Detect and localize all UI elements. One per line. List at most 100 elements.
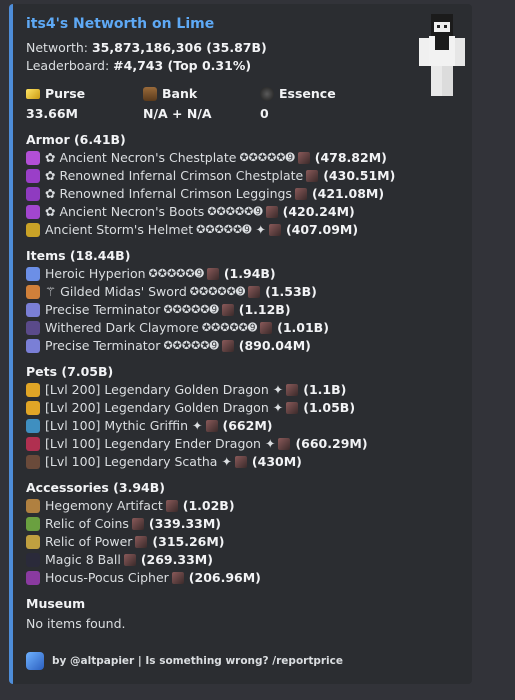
networth-value: 35,873,186,306 (35.87B) xyxy=(91,40,267,55)
item-price: (315.26M) xyxy=(152,534,225,549)
item-price: (430M) xyxy=(251,454,302,469)
item-name: [Lvl 200] Legendary Golden Dragon xyxy=(45,400,269,415)
item-price: (1.53B) xyxy=(265,284,317,299)
item-extra: ✦ xyxy=(264,436,276,451)
item-stars: ✪✪✪✪✪➒ xyxy=(201,321,258,334)
item-name: ✿ Ancient Necron's Chestplate xyxy=(45,150,237,165)
item-icon xyxy=(26,401,40,415)
list-item: Precise Terminator ✪✪✪✪✪➒ (890.04M) xyxy=(26,337,462,355)
item-name: ✿ Renowned Infernal Crimson Chestplate xyxy=(45,168,304,183)
list-item: [Lvl 200] Legendary Golden Dragon ✦ (1.1B) xyxy=(26,381,462,399)
item-stars: ✪✪✪✪✪➒ xyxy=(239,151,295,164)
item-price: (1.1B) xyxy=(303,382,347,397)
item-icon xyxy=(26,151,40,165)
coin-emoji-icon xyxy=(135,536,148,548)
item-icon xyxy=(26,455,40,469)
item-icon xyxy=(26,535,40,549)
section-items: Items (18.44B) Heroic Hyperion ✪✪✪✪✪➒ (1.94… xyxy=(26,247,462,355)
section-title: Items (18.44B) xyxy=(26,248,131,263)
item-price: (420.24M) xyxy=(282,204,355,219)
essence-icon xyxy=(260,87,274,101)
stats-row: Purse 33.66M Bank N/A + N/A Essence 0 xyxy=(26,85,462,123)
item-name: ✿ Ancient Necron's Boots xyxy=(45,204,205,219)
networth-line: Networth: 35,873,186,306 (35.87B) xyxy=(26,39,462,57)
bot-avatar-icon xyxy=(26,652,44,670)
list-item: [Lvl 100] Mythic Griffin ✦ (662M) xyxy=(26,417,462,435)
coin-emoji-icon xyxy=(286,384,299,396)
item-name: Withered Dark Claymore xyxy=(45,320,199,335)
item-extra: ✦ xyxy=(192,418,203,433)
item-name: [Lvl 200] Legendary Golden Dragon xyxy=(45,382,269,397)
item-name: Relic of Power xyxy=(45,534,133,549)
section-title: Accessories (3.94B) xyxy=(26,480,165,495)
item-stars: ✪✪✪✪✪➒ xyxy=(148,267,204,280)
item-price: (1.94B) xyxy=(223,266,276,281)
section-pets: Pets (7.05B) [Lvl 200] Legendary Golden D… xyxy=(26,363,462,471)
section-title: Pets (7.05B) xyxy=(26,364,114,379)
coin-emoji-icon xyxy=(221,304,234,316)
embed-title[interactable]: its4's Networth on Lime xyxy=(26,15,462,33)
leaderboard-label: Leaderboard: xyxy=(26,58,110,73)
item-icon xyxy=(26,303,40,317)
stat-purse: Purse 33.66M xyxy=(26,85,143,123)
item-price: (407.09M) xyxy=(285,222,359,237)
stat-value: N/A + N/A xyxy=(143,106,212,121)
item-extra: ✦ xyxy=(272,382,284,397)
list-item: Relic of Coins (339.33M) xyxy=(26,515,462,533)
item-price: (660.29M) xyxy=(295,436,368,451)
section-museum: Museum No items found. xyxy=(26,595,462,633)
sections-container: Armor (6.41B) ✿ Ancient Necron's Chestpla… xyxy=(26,131,462,633)
list-item: ✿ Ancient Necron's Boots ✪✪✪✪✪➒ (420.24M) xyxy=(26,203,462,221)
leaderboard-line: Leaderboard: #4,743 (Top 0.31%) xyxy=(26,57,462,75)
item-icon xyxy=(26,267,40,281)
coin-emoji-icon xyxy=(306,170,319,182)
item-name: [Lvl 100] Legendary Ender Dragon xyxy=(45,436,261,451)
item-stars: ✪✪✪✪✪➒ xyxy=(163,339,219,352)
stat-bank: Bank N/A + N/A xyxy=(143,85,260,123)
item-price: (206.96M) xyxy=(188,570,261,585)
item-price: (421.08M) xyxy=(311,186,385,201)
coin-emoji-icon xyxy=(297,152,310,164)
stat-essence: Essence 0 xyxy=(260,85,377,123)
item-name: ⚚ Gilded Midas' Sword xyxy=(45,284,187,299)
item-name: [Lvl 100] Mythic Griffin xyxy=(45,418,189,433)
item-stars: ✪✪✪✪✪➒ xyxy=(189,285,246,298)
item-price: (478.82M) xyxy=(314,150,387,165)
coin-emoji-icon xyxy=(260,322,273,334)
item-extra: ✦ xyxy=(255,222,266,237)
section-accessories: Accessories (3.94B) Hegemony Artifact (1.0… xyxy=(26,479,462,587)
embed-footer: by @altpapier | Is something wrong? /rep… xyxy=(26,652,343,670)
item-icon xyxy=(26,223,40,237)
item-extra: ✦ xyxy=(221,454,232,469)
item-name: Ancient Storm's Helmet xyxy=(45,222,194,237)
item-icon xyxy=(26,499,40,513)
stat-label: Essence xyxy=(279,86,336,101)
section-text: No items found. xyxy=(26,616,126,631)
item-icon xyxy=(26,205,40,219)
item-stars: ✪✪✪✪✪➒ xyxy=(207,205,263,218)
item-price: (662M) xyxy=(222,418,273,433)
list-item: [Lvl 100] Legendary Ender Dragon ✦ (660.29… xyxy=(26,435,462,453)
coin-emoji-icon xyxy=(171,572,184,584)
item-icon xyxy=(26,571,40,585)
item-icon xyxy=(26,285,40,299)
item-name: Magic 8 Ball xyxy=(45,552,121,567)
item-name: Precise Terminator xyxy=(45,302,161,317)
coin-emoji-icon xyxy=(123,554,136,566)
coin-emoji-icon xyxy=(131,518,144,530)
item-icon xyxy=(26,437,40,451)
coin-emoji-icon xyxy=(268,224,281,236)
list-item: Hegemony Artifact (1.02B) xyxy=(26,497,462,515)
item-icon xyxy=(26,419,40,433)
item-icon xyxy=(26,321,40,335)
stat-value: 33.66M xyxy=(26,106,78,121)
coin-emoji-icon xyxy=(165,500,178,512)
list-item: ✿ Renowned Infernal Crimson Leggings (421… xyxy=(26,185,462,203)
item-name: Heroic Hyperion xyxy=(45,266,146,281)
item-icon xyxy=(26,383,40,397)
item-price: (339.33M) xyxy=(148,516,222,531)
list-item: [Lvl 100] Legendary Scatha ✦ (430M) xyxy=(26,453,462,471)
list-item: Ancient Storm's Helmet ✪✪✪✪✪➒ ✦ (407.09M) xyxy=(26,221,462,239)
list-item: Relic of Power (315.26M) xyxy=(26,533,462,551)
item-name: Relic of Coins xyxy=(45,516,129,531)
